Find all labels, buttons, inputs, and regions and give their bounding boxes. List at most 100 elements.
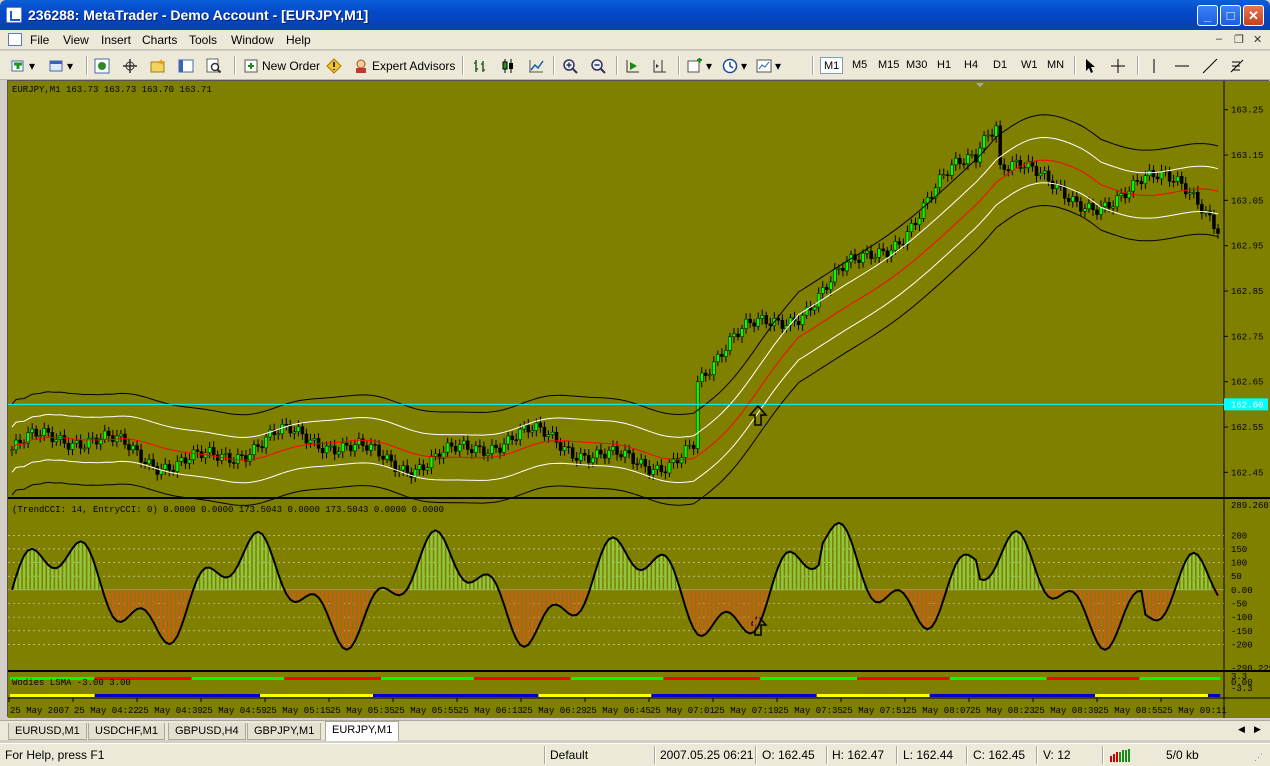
timeframe-h1[interactable]: H1 bbox=[934, 57, 954, 74]
lsma-dot bbox=[518, 677, 523, 680]
timeframe-d1[interactable]: D1 bbox=[990, 57, 1010, 74]
navigator-button[interactable] bbox=[122, 55, 141, 76]
lsma-trend-dot bbox=[207, 694, 212, 697]
auto-scroll-button[interactable] bbox=[625, 55, 644, 76]
menu-help[interactable]: Help bbox=[286, 33, 311, 47]
timeframe-h4[interactable]: H4 bbox=[961, 57, 981, 74]
close-button[interactable]: ✕ bbox=[1243, 5, 1264, 26]
lsma-dot bbox=[857, 677, 862, 680]
document-icon[interactable] bbox=[8, 33, 22, 46]
candle-bear bbox=[1179, 176, 1184, 184]
lsma-trend-dot bbox=[752, 694, 757, 697]
lsma-dot bbox=[703, 677, 708, 680]
lsma-dot bbox=[243, 677, 249, 680]
terminal-button[interactable] bbox=[178, 55, 197, 76]
candle-bull bbox=[578, 453, 583, 461]
timeframe-m5[interactable]: M5 bbox=[849, 57, 870, 74]
minimize-button[interactable]: _ bbox=[1197, 5, 1218, 26]
templates-button[interactable]: ▾ bbox=[756, 55, 781, 76]
timeframe-m30[interactable]: M30 bbox=[903, 57, 930, 74]
expert-advisors-button[interactable]: Expert Advisors bbox=[353, 55, 455, 76]
candle-bull bbox=[562, 446, 567, 451]
chart-shift-button[interactable] bbox=[652, 55, 671, 76]
tab-usdchf-m1[interactable]: USDCHF,M1 bbox=[88, 723, 165, 740]
tab-gbpjpy-m1[interactable]: GBPJPY,M1 bbox=[247, 723, 322, 740]
market-watch-button[interactable] bbox=[94, 55, 113, 76]
candlestick-button[interactable] bbox=[500, 55, 519, 76]
lsma-trend-dot bbox=[715, 694, 721, 697]
lsma-dot bbox=[473, 677, 479, 680]
lsma-dot bbox=[727, 677, 733, 680]
lsma-dot bbox=[368, 677, 374, 680]
lsma-dot bbox=[780, 677, 785, 680]
fibonacci-button[interactable] bbox=[1229, 55, 1248, 76]
lsma-trend-dot bbox=[1070, 694, 1075, 697]
menu-insert[interactable]: Insert bbox=[101, 33, 131, 47]
timeframe-mn[interactable]: MN bbox=[1044, 57, 1067, 74]
time-tick-label: 25 May 05:15 bbox=[266, 706, 331, 716]
candle-bear bbox=[453, 446, 458, 452]
lsma-trend-dot bbox=[941, 694, 946, 697]
alert-button[interactable] bbox=[326, 55, 345, 76]
lsma-dot bbox=[1155, 677, 1160, 680]
mdi-minimize-icon[interactable]: – bbox=[1216, 33, 1222, 45]
lsma-trend-dot bbox=[1054, 694, 1059, 697]
candle-bear bbox=[752, 322, 756, 327]
tab-eurusd-m1[interactable]: EURUSD,M1 bbox=[8, 723, 87, 740]
menu-view[interactable]: View bbox=[63, 33, 89, 47]
timeframe-m1[interactable]: M1 bbox=[820, 57, 844, 74]
vertical-line-button[interactable] bbox=[1146, 55, 1165, 76]
timeframe-w1[interactable]: W1 bbox=[1018, 57, 1041, 74]
line-chart-button[interactable] bbox=[528, 55, 547, 76]
chart-header: EURJPY,M1 163.73 163.73 163.70 163.71 bbox=[12, 85, 212, 95]
lsma-dot bbox=[578, 677, 583, 680]
candle-bull bbox=[655, 464, 660, 470]
cursor-tool-button[interactable] bbox=[1082, 55, 1101, 76]
lsma-dot bbox=[913, 677, 918, 680]
lsma-trend-dot bbox=[34, 694, 39, 697]
lsma-dot bbox=[163, 677, 168, 680]
lsma-trend-dot bbox=[360, 694, 366, 697]
lsma-dot bbox=[744, 677, 749, 680]
favorites-button[interactable] bbox=[150, 55, 169, 76]
indicator-tick-label: -200 bbox=[1231, 640, 1253, 650]
new-chart-button[interactable]: ▾ bbox=[10, 55, 35, 76]
periods-button[interactable]: ▾ bbox=[722, 55, 747, 76]
lsma-trend-dot bbox=[812, 694, 817, 697]
mdi-close-icon[interactable]: ✕ bbox=[1253, 33, 1262, 46]
chart-canvas[interactable]: 163.25 163.15 163.05 162.95 162.85 162.75 162.… bbox=[8, 81, 1270, 718]
tester-button[interactable] bbox=[206, 55, 225, 76]
tab-scroll-right-icon[interactable]: ▶ bbox=[1254, 724, 1261, 735]
maximize-button[interactable]: □ bbox=[1220, 5, 1241, 26]
lsma-trend-dot bbox=[615, 694, 620, 697]
new-order-button[interactable]: New Order bbox=[243, 55, 320, 76]
zoom-out-button[interactable] bbox=[590, 55, 609, 76]
crosshair-tool-button[interactable] bbox=[1110, 55, 1129, 76]
horizontal-line-button[interactable] bbox=[1174, 55, 1193, 76]
timeframe-m15[interactable]: M15 bbox=[875, 57, 902, 74]
indicators-button[interactable]: ▾ bbox=[687, 55, 712, 76]
menu-tools[interactable]: Tools bbox=[189, 33, 217, 47]
menu-file[interactable]: File bbox=[30, 33, 49, 47]
menu-charts[interactable]: Charts bbox=[142, 33, 177, 47]
tab-eurjpy-m1[interactable]: EURJPY,M1 bbox=[325, 721, 400, 741]
tab-scroll-left-icon[interactable]: ◀ bbox=[1238, 724, 1245, 735]
trendline-button[interactable] bbox=[1202, 55, 1221, 76]
candle-bull bbox=[982, 135, 986, 149]
mdi-restore-icon[interactable]: ❐ bbox=[1234, 33, 1244, 46]
candle-bull bbox=[941, 174, 946, 176]
zoom-in-button[interactable] bbox=[562, 55, 581, 76]
lsma-trend-dot bbox=[167, 694, 172, 697]
lsma-dot bbox=[264, 677, 269, 680]
lsma-trend-dot bbox=[873, 694, 878, 697]
profiles-button[interactable]: ▾ bbox=[48, 55, 73, 76]
candle-bear bbox=[183, 457, 188, 464]
chart-window[interactable]: 163.25 163.15 163.05 162.95 162.85 162.75 162.… bbox=[7, 80, 1270, 718]
lsma-trend-dot bbox=[300, 694, 305, 697]
bar-chart-button[interactable] bbox=[472, 55, 491, 76]
lsma-dot bbox=[360, 677, 366, 680]
menu-window[interactable]: Window bbox=[231, 33, 274, 47]
candle-bull bbox=[486, 453, 490, 456]
status-profile[interactable]: Default bbox=[550, 748, 588, 762]
tab-gbpusd-h4[interactable]: GBPUSD,H4 bbox=[168, 723, 246, 740]
